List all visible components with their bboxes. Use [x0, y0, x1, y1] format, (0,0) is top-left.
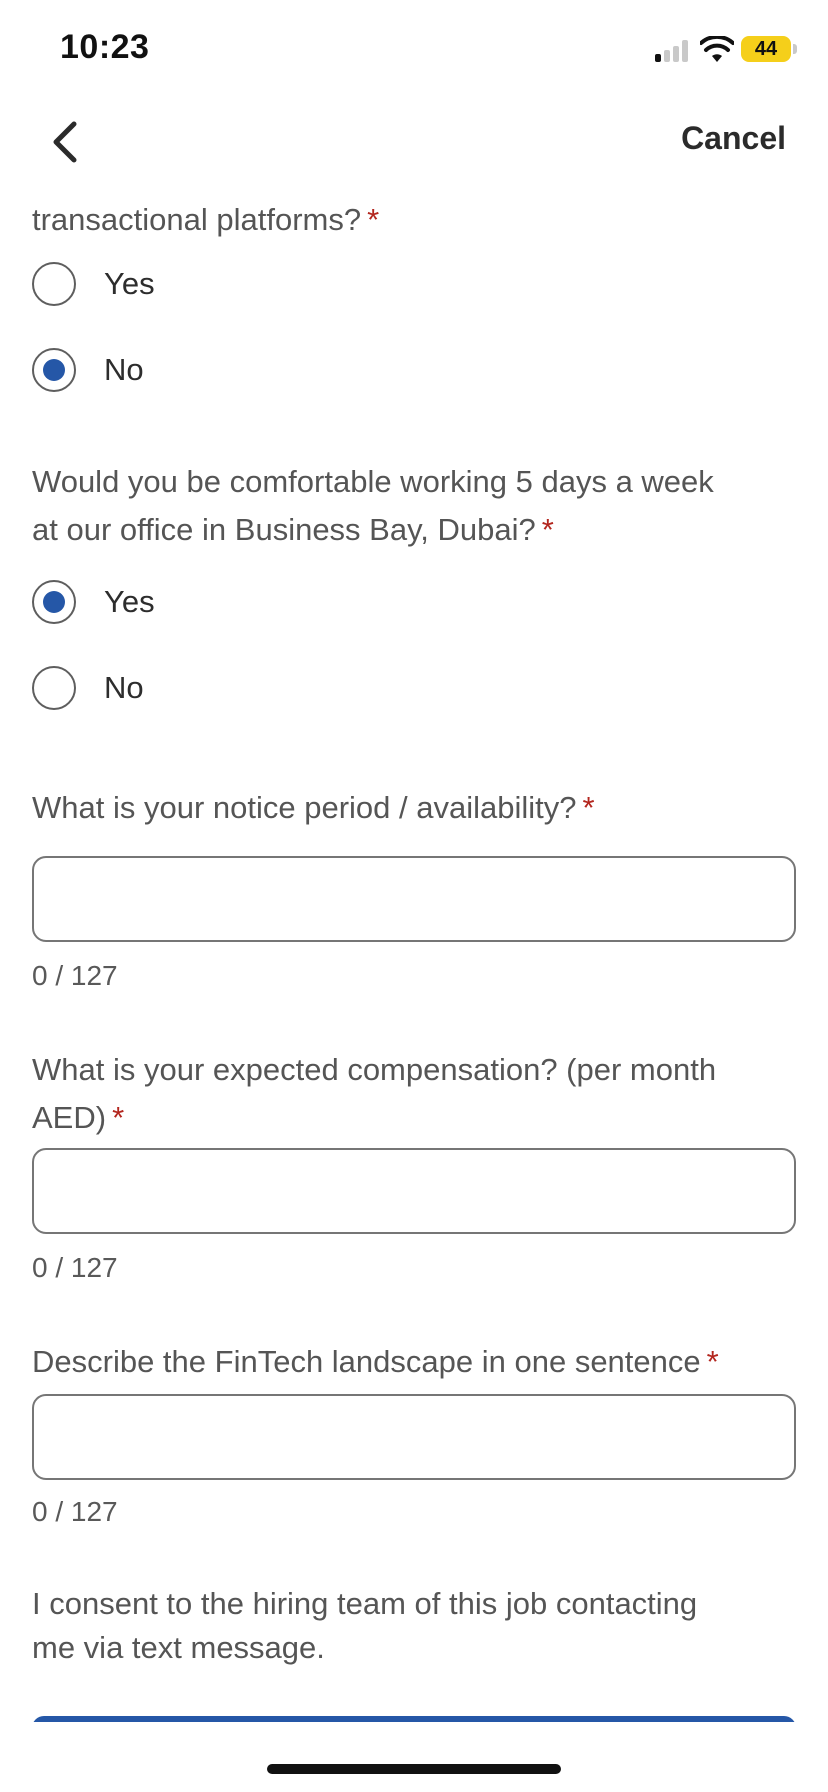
- question-expected-compensation: What is your expected compensation? (per…: [32, 1046, 798, 1142]
- question-text: transactional platforms?: [32, 202, 362, 237]
- battery-cap: [793, 44, 797, 54]
- question-office-days: Would you be comfortable working 5 days …: [32, 458, 798, 554]
- question-text: What is your notice period / availabilit…: [32, 790, 577, 825]
- navigation-header: Cancel: [0, 100, 828, 182]
- question-text: Describe the FinTech landscape in one se…: [32, 1344, 701, 1379]
- expected-compensation-input[interactable]: [32, 1148, 796, 1234]
- notice-period-input[interactable]: [32, 856, 796, 942]
- radio-option-q1-no[interactable]: No: [32, 340, 144, 400]
- radio-label: Yes: [104, 266, 155, 301]
- radio-dot: [43, 359, 65, 381]
- bottom-safe-area: [0, 1722, 828, 1792]
- fintech-landscape-input[interactable]: [32, 1394, 796, 1480]
- radio-label: Yes: [104, 584, 155, 619]
- question-notice-period: What is your notice period / availabilit…: [32, 784, 595, 832]
- status-bar: 10:23 44: [0, 0, 828, 100]
- cancel-button[interactable]: Cancel: [681, 120, 786, 157]
- battery-icon: 44: [741, 36, 791, 62]
- radio-dot: [43, 591, 65, 613]
- cellular-signal-icon: [655, 40, 689, 62]
- radio-button-selected[interactable]: [32, 580, 76, 624]
- radio-button-selected[interactable]: [32, 348, 76, 392]
- character-counter: 0 / 127: [32, 1496, 118, 1527]
- question-text-line-2: AED): [32, 1100, 107, 1135]
- question-text-line-1: What is your expected compensation? (per…: [32, 1052, 717, 1087]
- required-asterisk: *: [706, 1344, 719, 1379]
- consent-line-2: me via text message.: [32, 1630, 325, 1665]
- radio-option-q2-yes[interactable]: Yes: [32, 572, 155, 632]
- chevron-left-icon[interactable]: [40, 114, 96, 170]
- question-text-line-2: at our office in Business Bay, Dubai?: [32, 512, 536, 547]
- radio-label: No: [104, 352, 144, 387]
- character-counter: 0 / 127: [32, 1252, 118, 1283]
- status-time: 10:23: [60, 28, 150, 66]
- home-indicator[interactable]: [267, 1764, 561, 1774]
- question-text-line-1: Would you be comfortable working 5 days …: [32, 464, 714, 499]
- battery-level: 44: [754, 38, 778, 60]
- question-fintech-landscape: Describe the FinTech landscape in one se…: [32, 1338, 719, 1386]
- radio-button[interactable]: [32, 666, 76, 710]
- consent-line-1: I consent to the hiring team of this job…: [32, 1586, 698, 1621]
- radio-button[interactable]: [32, 262, 76, 306]
- application-form-screen: 10:23 44 transactional platforms?* Yes: [0, 0, 828, 1792]
- required-asterisk: *: [582, 790, 595, 825]
- radio-option-q1-yes[interactable]: Yes: [32, 254, 155, 314]
- radio-option-q2-no[interactable]: No: [32, 658, 144, 718]
- consent-text: I consent to the hiring team of this job…: [32, 1582, 798, 1670]
- question-transactional-platforms: transactional platforms? *: [32, 196, 379, 244]
- character-counter: 0 / 127: [32, 960, 118, 991]
- required-asterisk: *: [541, 512, 554, 547]
- required-asterisk: *: [112, 1100, 125, 1135]
- required-asterisk: *: [367, 202, 380, 237]
- radio-label: No: [104, 670, 144, 705]
- wifi-icon: [700, 36, 734, 62]
